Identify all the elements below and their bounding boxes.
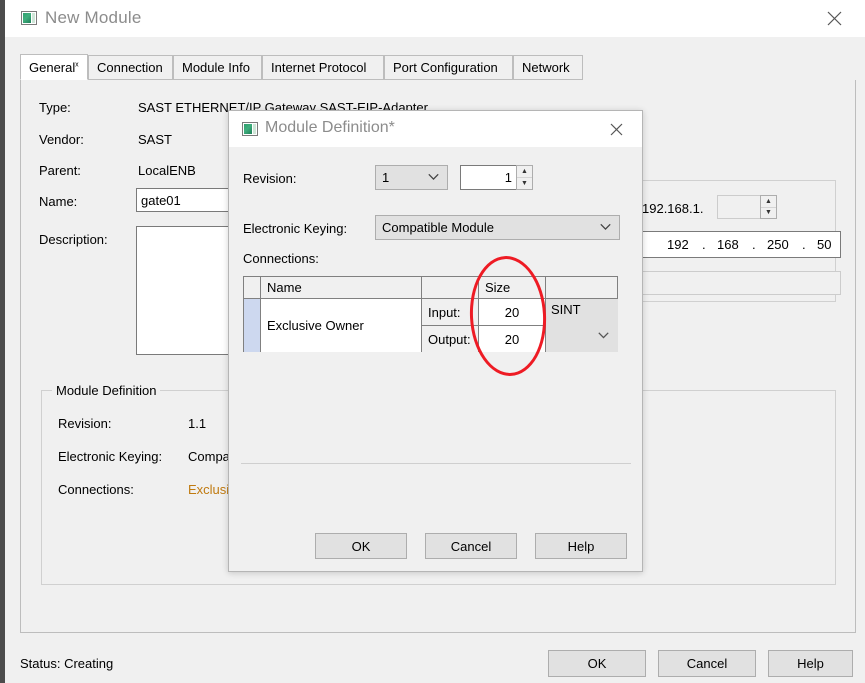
close-icon[interactable] [811, 0, 857, 37]
ip-dot-3: . [802, 237, 806, 252]
close-icon[interactable] [596, 111, 636, 147]
col-type-header [546, 277, 618, 298]
private-network-octet-stepper[interactable]: ▲ ▼ [717, 195, 777, 219]
tab-connection-label: Connection [97, 60, 163, 75]
tab-internet-protocol[interactable]: Internet Protocol [262, 55, 384, 80]
revision-minor-value: 1 [460, 165, 516, 190]
tab-network-label: Network [522, 60, 570, 75]
parent-value: LocalENB [138, 163, 196, 178]
tab-module-info[interactable]: Module Info [173, 55, 262, 80]
connections-table-header: Name Size [244, 277, 617, 299]
chevron-down-icon [428, 172, 439, 183]
revision-major-value: 1 [382, 170, 389, 185]
modal-titlebar: Module Definition* [229, 111, 642, 147]
output-label-cell: Output: [422, 326, 479, 352]
tab-strip: Generalˣ Connection Module Info Internet… [20, 55, 856, 81]
chevron-down-icon [600, 222, 611, 233]
modal-ok-button[interactable]: OK [315, 533, 407, 559]
data-type-value: SINT [551, 302, 581, 317]
modal-cancel-button[interactable]: Cancel [425, 533, 517, 559]
spin-down-icon[interactable]: ▼ [761, 208, 776, 219]
vendor-value: SAST [138, 132, 172, 147]
ip-dot-2: . [752, 237, 756, 252]
modal-revision-label: Revision: [243, 171, 296, 186]
status-label: Status: Creating [20, 656, 113, 671]
spin-up-icon[interactable]: ▲ [761, 196, 776, 208]
tab-port-configuration[interactable]: Port Configuration [384, 55, 513, 80]
input-label-cell: Input: [422, 299, 479, 326]
window-title: New Module [45, 8, 142, 28]
window-titlebar: New Module [5, 0, 865, 37]
private-network-octet-value [717, 195, 760, 219]
module-definition-summary-title: Module Definition [52, 383, 160, 398]
ip-octet-4: 50 [817, 237, 831, 252]
connection-name-cell[interactable]: Exclusive Owner [261, 299, 422, 352]
tab-internet-protocol-label: Internet Protocol [271, 60, 366, 75]
private-network-octet-spin-buttons[interactable]: ▲ ▼ [760, 195, 777, 219]
ip-octet-1: 192 [667, 237, 689, 252]
connections-table: Name Size Exclusive Owner Input: 20 Outp… [243, 276, 618, 352]
spin-down-icon[interactable]: ▼ [517, 178, 532, 189]
summary-keying-label: Electronic Keying: [58, 449, 162, 464]
col-io-header [422, 277, 479, 298]
tab-general[interactable]: Generalˣ [20, 54, 88, 80]
col-size-header: Size [479, 277, 546, 298]
chevron-down-icon [598, 331, 609, 342]
main-help-button[interactable]: Help [768, 650, 853, 677]
module-definition-dialog: Module Definition* Revision: 1 1 ▲ ▼ [228, 110, 643, 572]
ip-dot-1: . [702, 237, 706, 252]
private-network-prefix: 192.168.1. [642, 201, 703, 216]
ip-octet-3: 250 [767, 237, 789, 252]
spin-up-icon[interactable]: ▲ [517, 166, 532, 178]
parent-label: Parent: [39, 163, 81, 178]
type-label: Type: [39, 100, 71, 115]
col-name-header: Name [261, 277, 422, 298]
data-type-select[interactable]: SINT [546, 299, 618, 352]
name-input-value: gate01 [141, 193, 181, 208]
table-row-selector[interactable] [244, 299, 261, 352]
modal-help-button[interactable]: Help [535, 533, 627, 559]
main-ok-button[interactable]: OK [548, 650, 646, 677]
modal-title-text: Module Definition* [265, 119, 395, 137]
electronic-keying-value: Compatible Module [382, 220, 494, 235]
summary-connections-label: Connections: [58, 482, 134, 497]
summary-revision-value: 1.1 [188, 416, 206, 431]
module-window-icon [21, 11, 37, 25]
tab-general-label: General [29, 60, 75, 75]
description-label: Description: [39, 232, 108, 247]
module-window-icon [242, 122, 258, 136]
tab-port-configuration-label: Port Configuration [393, 60, 498, 75]
revision-minor-stepper[interactable]: 1 ▲ ▼ [460, 165, 533, 190]
electronic-keying-select[interactable]: Compatible Module [375, 215, 620, 240]
modal-connections-label: Connections: [243, 251, 319, 266]
tab-network[interactable]: Network [513, 55, 583, 80]
modal-divider [241, 463, 631, 464]
app-root: New Module Generalˣ Connection Module In… [0, 0, 865, 683]
vendor-label: Vendor: [39, 132, 84, 147]
name-label: Name: [39, 194, 77, 209]
revision-major-select[interactable]: 1 [375, 165, 448, 190]
input-size-cell[interactable]: 20 [479, 299, 546, 326]
col-select-header [244, 277, 261, 298]
output-size-cell[interactable]: 20 [479, 326, 546, 352]
tab-connection[interactable]: Connection [88, 55, 173, 80]
tab-general-marker: ˣ [75, 62, 78, 72]
ip-octet-2: 168 [717, 237, 739, 252]
main-cancel-button[interactable]: Cancel [658, 650, 756, 677]
modal-keying-label: Electronic Keying: [243, 221, 347, 236]
revision-minor-spin-buttons[interactable]: ▲ ▼ [516, 165, 533, 190]
tab-module-info-label: Module Info [182, 60, 250, 75]
summary-revision-label: Revision: [58, 416, 111, 431]
